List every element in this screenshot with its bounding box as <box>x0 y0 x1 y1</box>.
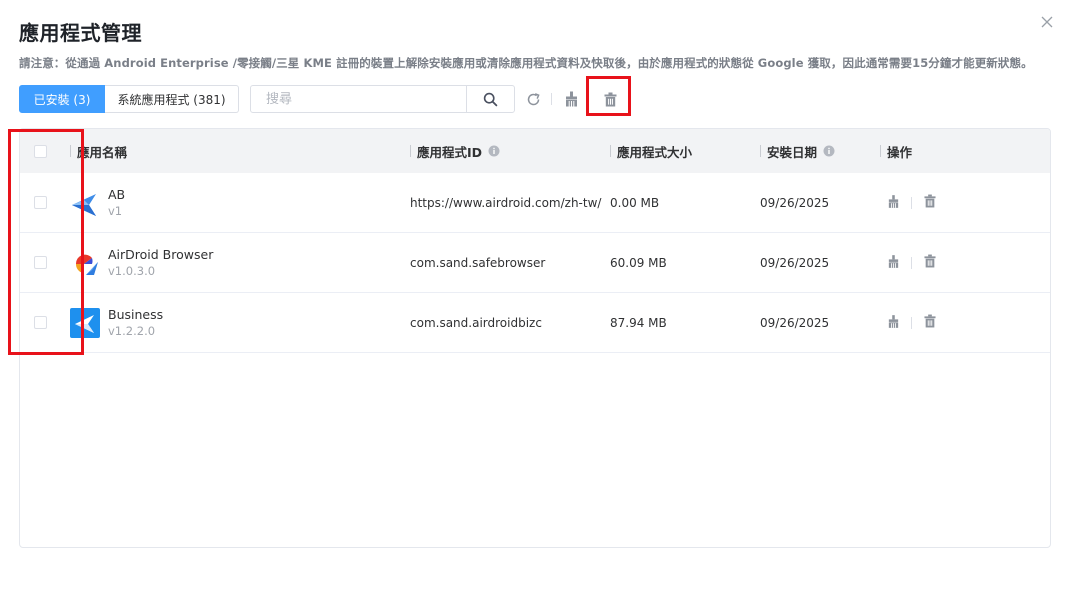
header-size: 應用程式大小 <box>610 129 692 173</box>
row-checkbox[interactable] <box>34 316 47 329</box>
tab-installed[interactable]: 已安裝 (3) <box>19 85 105 113</box>
trash-icon <box>924 314 936 328</box>
uninstall-button[interactable] <box>603 91 617 107</box>
app-version: v1.2.2.0 <box>108 324 156 338</box>
close-button[interactable] <box>1038 13 1056 31</box>
app-id: https://www.airdroid.com/zh-tw/ <box>410 195 602 210</box>
tab-system-apps[interactable]: 系統應用程式 (381) <box>105 85 239 113</box>
header-divider <box>610 145 611 157</box>
header-date-label: 安裝日期 <box>767 144 818 160</box>
app-name-cell: AirDroid Browser v1.0.3.0 <box>70 233 213 292</box>
app-version: v1 <box>108 204 123 218</box>
header-divider <box>410 145 411 157</box>
header-divider <box>70 145 71 157</box>
table-header: 應用名稱 應用程式ID 應用程式大小 安裝日期 操作 <box>20 129 1050 173</box>
broom-icon <box>888 194 899 208</box>
uninstall-button[interactable] <box>924 194 936 211</box>
trash-icon <box>604 92 616 106</box>
row-checkbox[interactable] <box>34 196 47 209</box>
app-name-cell: AB v1 <box>70 173 125 232</box>
uninstall-button[interactable] <box>924 254 936 271</box>
app-size: 87.94 MB <box>610 315 667 330</box>
row-checkbox-cell <box>34 293 47 352</box>
app-id: com.sand.airdroidbizc <box>410 315 542 330</box>
uninstall-button[interactable] <box>924 314 936 331</box>
select-all-checkbox[interactable] <box>34 144 47 158</box>
table-row: AirDroid Browser v1.0.3.0 com.sand.safeb… <box>20 233 1050 293</box>
action-divider <box>911 316 912 329</box>
app-table: 應用名稱 應用程式ID 應用程式大小 安裝日期 操作 AB v1 https:/… <box>19 128 1051 548</box>
app-id: com.sand.safebrowser <box>410 255 546 270</box>
action-divider <box>911 196 912 209</box>
app-name: AB <box>108 187 126 202</box>
airdroid-browser-app-icon <box>70 248 100 278</box>
search-box <box>250 85 515 113</box>
trash-icon <box>924 254 936 268</box>
business-app-icon <box>70 307 100 338</box>
dialog-title: 應用程式管理 <box>19 21 142 45</box>
header-divider <box>760 145 761 157</box>
info-icon[interactable] <box>823 145 835 157</box>
install-date: 09/26/2025 <box>760 255 830 270</box>
trash-icon <box>924 194 936 208</box>
row-checkbox-cell <box>34 233 47 292</box>
app-version: v1.0.3.0 <box>108 264 156 278</box>
header-checkbox-cell <box>34 129 47 173</box>
app-size: 0.00 MB <box>610 195 660 210</box>
row-checkbox-cell <box>34 173 47 232</box>
header-id-label: 應用程式ID <box>417 144 483 160</box>
app-name: Business <box>108 307 164 322</box>
broom-icon <box>888 254 899 268</box>
install-date: 09/26/2025 <box>760 195 830 210</box>
row-actions <box>880 293 936 352</box>
header-date: 安裝日期 <box>760 129 835 173</box>
action-divider <box>911 256 912 269</box>
app-size: 60.09 MB <box>610 255 667 270</box>
row-actions <box>880 173 936 232</box>
toolbar-divider <box>551 93 552 105</box>
tab-group: 已安裝 (3) 系統應用程式 (381) <box>19 85 239 113</box>
refresh-icon <box>527 92 540 105</box>
clear-data-button[interactable] <box>888 254 899 272</box>
search-icon <box>483 92 498 106</box>
header-name-label: 應用名稱 <box>77 144 128 160</box>
clear-data-button[interactable] <box>564 91 578 107</box>
table-row: AB v1 https://www.airdroid.com/zh-tw/ 0.… <box>20 173 1050 233</box>
refresh-button[interactable] <box>525 91 541 107</box>
broom-icon <box>888 314 899 328</box>
ab-app-icon <box>70 188 100 218</box>
row-checkbox[interactable] <box>34 256 47 269</box>
table-row: Business v1.2.2.0 com.sand.airdroidbizc … <box>20 293 1050 353</box>
app-name: AirDroid Browser <box>108 247 214 262</box>
header-id: 應用程式ID <box>410 129 500 173</box>
header-name: 應用名稱 <box>70 129 127 173</box>
search-button[interactable] <box>466 86 514 112</box>
broom-icon <box>565 91 577 107</box>
clear-data-button[interactable] <box>888 314 899 332</box>
info-icon[interactable] <box>488 145 500 157</box>
header-divider <box>880 145 881 157</box>
notice-text: 請注意：從通過 Android Enterprise /零接觸/三星 KME 註… <box>19 56 1033 70</box>
install-date: 09/26/2025 <box>760 315 830 330</box>
toolbar: 已安裝 (3) 系統應用程式 (381) <box>19 85 617 113</box>
header-size-label: 應用程式大小 <box>617 144 693 160</box>
close-icon[interactable] <box>1038 13 1056 31</box>
header-actions-label: 操作 <box>887 144 913 160</box>
header-actions: 操作 <box>880 129 912 173</box>
search-input[interactable] <box>251 86 466 112</box>
app-name-cell: Business v1.2.2.0 <box>70 293 163 352</box>
row-actions <box>880 233 936 292</box>
clear-data-button[interactable] <box>888 194 899 212</box>
